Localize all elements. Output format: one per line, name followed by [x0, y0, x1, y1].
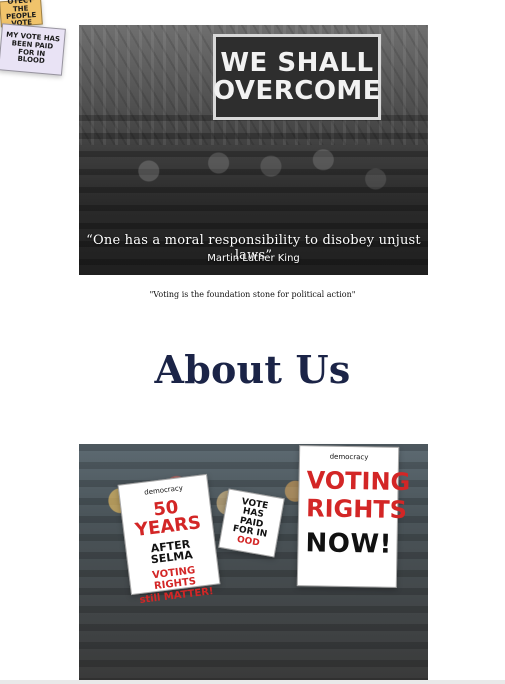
hero-quote-author: Martin Luther King [207, 253, 300, 264]
horizontal-scrollbar[interactable] [0, 680, 505, 684]
sign-voting-rights-now: democracy VOTING RIGHTS NOW! [296, 445, 411, 588]
sign-line: 50 YEARS [133, 496, 203, 542]
sign-brand: democracy [329, 452, 369, 462]
voting-caption: "Voting is the foundation stone for poli… [149, 290, 356, 299]
sign-line: VOTING [306, 466, 411, 497]
sign-50-years-after-selma: democracy 50 YEARS AFTER SELMA VOTING RI… [117, 473, 221, 606]
sign-line: RIGHTS [305, 494, 408, 525]
sign-paid-in-blood: MY VOTE HAS BEEN PAID FOR IN BLOOD [0, 23, 66, 76]
we-shall-overcome-sign: WE SHALL OVERCOME [213, 34, 381, 120]
about-us-heading: About Us [154, 347, 351, 392]
sign-vote-paid: VOTE HAS PAID FOR IN OOD [218, 488, 285, 558]
sign-line: AFTER SELMA [150, 537, 194, 567]
sign-line-1: WE SHALL [220, 48, 374, 78]
sign-line: NOW! [305, 528, 393, 560]
sign-line-2: OVERCOME [212, 76, 382, 106]
